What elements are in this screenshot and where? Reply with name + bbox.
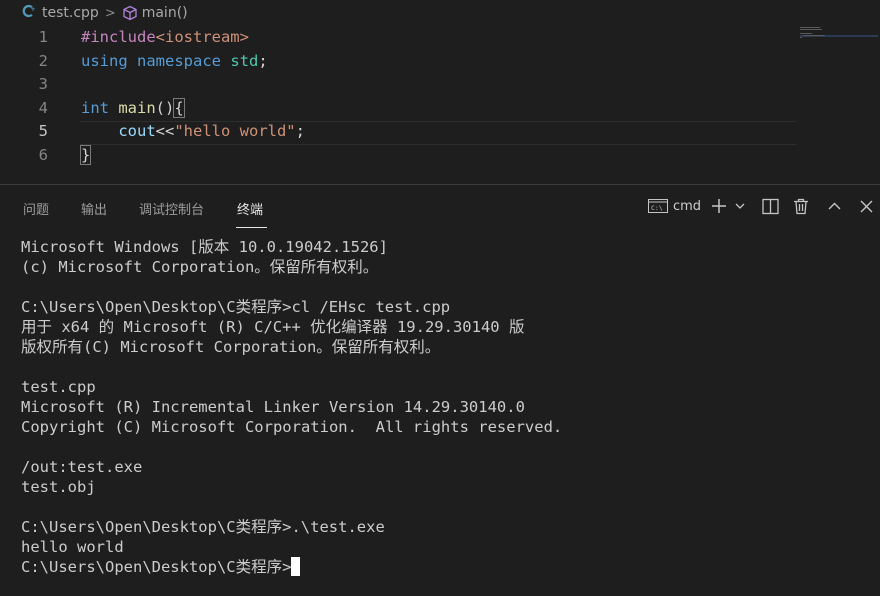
trash-icon	[793, 198, 809, 215]
terminal-line-text: Microsoft (R) Incremental Linker Version…	[21, 398, 525, 416]
code-line[interactable]: 5 cout<<"hello world";	[0, 120, 800, 144]
terminal-line: Microsoft Windows [版本 10.0.19042.1526]	[21, 237, 388, 257]
code-token: <<	[155, 122, 175, 140]
split-icon	[762, 198, 779, 215]
terminal-line: Copyright (C) Microsoft Corporation. All…	[21, 417, 562, 437]
panel-header: 问题 输出 调试控制台 终端 C:\ cmd	[0, 185, 880, 229]
code-editor[interactable]: 1 #include<iostream> 2 using namespace std;…	[0, 26, 880, 184]
code-token: namespace	[137, 51, 222, 70]
breadcrumb-symbol[interactable]: main()	[142, 5, 188, 21]
code-token: ()	[155, 98, 175, 117]
code-token: main	[118, 98, 156, 117]
terminal-cursor	[291, 557, 301, 576]
line-number: 2	[38, 51, 48, 70]
terminal-line: C:\Users\Open\Desktop\C类程序>.\test.exe	[21, 517, 385, 537]
terminal-line: hello world	[21, 537, 124, 557]
chevron-up-icon	[827, 199, 842, 214]
terminal-line: test.obj	[21, 477, 96, 497]
code-token: int	[81, 98, 109, 117]
code-token: <iostream>	[155, 28, 249, 46]
code-token: ;	[295, 122, 305, 140]
tab-output[interactable]: 输出	[81, 199, 107, 218]
line-number: 6	[38, 145, 48, 164]
terminal-line-text: 版权所有(C) Microsoft Corporation。保留所有权利。	[21, 338, 441, 356]
chevron-down-icon	[734, 200, 746, 212]
new-terminal-button[interactable]	[711, 195, 727, 217]
code-token: using	[81, 51, 128, 70]
minimap[interactable]	[800, 26, 878, 46]
close-icon	[859, 199, 874, 214]
breadcrumb-file[interactable]: test.cpp	[42, 5, 99, 21]
kill-terminal-button[interactable]	[793, 195, 809, 217]
cube-method-icon	[122, 5, 138, 21]
terminal-icon: C:\	[648, 198, 668, 214]
terminal-line-text: C:\Users\Open\Desktop\C类程序>cl /EHsc test…	[21, 298, 451, 316]
terminal-line: C:\Users\Open\Desktop\C类程序>cl /EHsc test…	[21, 297, 450, 317]
terminal-line-text: C:\Users\Open\Desktop\C类程序>.\test.exe	[21, 518, 385, 536]
code-token: ;	[258, 51, 268, 70]
terminal-line: /out:test.exe	[21, 457, 142, 477]
terminal-line-text: (c) Microsoft Corporation。保留所有权利。	[21, 258, 379, 276]
terminal-line-text: 用于 x64 的 Microsoft (R) C/C++ 优化编译器 19.29…	[21, 318, 525, 336]
terminal-line: C:\Users\Open\Desktop\C类程序>	[21, 557, 301, 577]
cpp-file-icon: +	[22, 4, 38, 22]
maximize-panel-button[interactable]	[827, 195, 842, 217]
code-token: std	[230, 51, 259, 70]
terminal-line: (c) Microsoft Corporation。保留所有权利。	[21, 257, 378, 277]
terminal-line-text: hello world	[21, 538, 124, 556]
terminal-line-text: Copyright (C) Microsoft Corporation. All…	[21, 418, 563, 436]
svg-text:+: +	[31, 6, 36, 13]
terminal-line: test.cpp	[21, 377, 96, 397]
terminal-line: 用于 x64 的 Microsoft (R) C/C++ 优化编译器 19.29…	[21, 317, 524, 337]
line-number: 5	[38, 122, 48, 140]
code-token: }	[79, 144, 92, 165]
breadcrumb: + test.cpp > main()	[0, 0, 880, 26]
terminal-line-text: test.obj	[21, 478, 96, 496]
terminal-line-text: test.cpp	[21, 378, 96, 396]
code-line[interactable]: 2 using namespace std;	[0, 50, 800, 74]
plus-icon	[711, 198, 727, 214]
code-token: "hello world"	[174, 122, 296, 140]
terminal-dropdown-button[interactable]	[734, 195, 746, 217]
code-text: cout<<"hello world";	[81, 120, 305, 144]
code-text: }	[79, 144, 92, 168]
code-text: int main(){	[81, 97, 185, 121]
code-text: #include<iostream>	[81, 26, 249, 50]
active-tab-indicator	[236, 227, 267, 228]
split-terminal-button[interactable]	[762, 195, 779, 217]
terminal-line-text: C:\Users\Open\Desktop\C类程序>	[21, 558, 292, 576]
tab-terminal[interactable]: 终端	[237, 199, 263, 218]
terminal-output[interactable]: Microsoft Windows [版本 10.0.19042.1526] (c…	[0, 236, 880, 596]
svg-text:C:\: C:\	[651, 204, 663, 212]
code-line[interactable]: 4 int main(){	[0, 97, 800, 121]
terminal-selector[interactable]: C:\ cmd	[648, 195, 701, 217]
line-number: 3	[38, 75, 48, 93]
code-line[interactable]: 6}	[0, 144, 800, 168]
tab-debug-console[interactable]: 调试控制台	[139, 199, 204, 218]
line-number: 1	[38, 28, 48, 46]
terminal-line: 版权所有(C) Microsoft Corporation。保留所有权利。	[21, 337, 440, 357]
terminal-line-text: Microsoft Windows [版本 10.0.19042.1526]	[21, 238, 388, 256]
line-number: 4	[38, 98, 48, 117]
terminal-type-label: cmd	[673, 198, 702, 214]
code-text: using namespace std;	[81, 50, 268, 74]
code-line[interactable]: 3	[0, 73, 800, 97]
code-token: #include	[81, 28, 156, 46]
terminal-line: Microsoft (R) Incremental Linker Version…	[21, 397, 525, 417]
tab-problems[interactable]: 问题	[23, 199, 49, 218]
code-token: {	[173, 97, 185, 118]
code-line[interactable]: 1 #include<iostream>	[0, 26, 800, 50]
close-panel-button[interactable]	[859, 195, 874, 217]
code-token: cout	[118, 122, 156, 140]
breadcrumb-separator: >	[104, 5, 116, 21]
terminal-line-text: /out:test.exe	[21, 458, 143, 476]
